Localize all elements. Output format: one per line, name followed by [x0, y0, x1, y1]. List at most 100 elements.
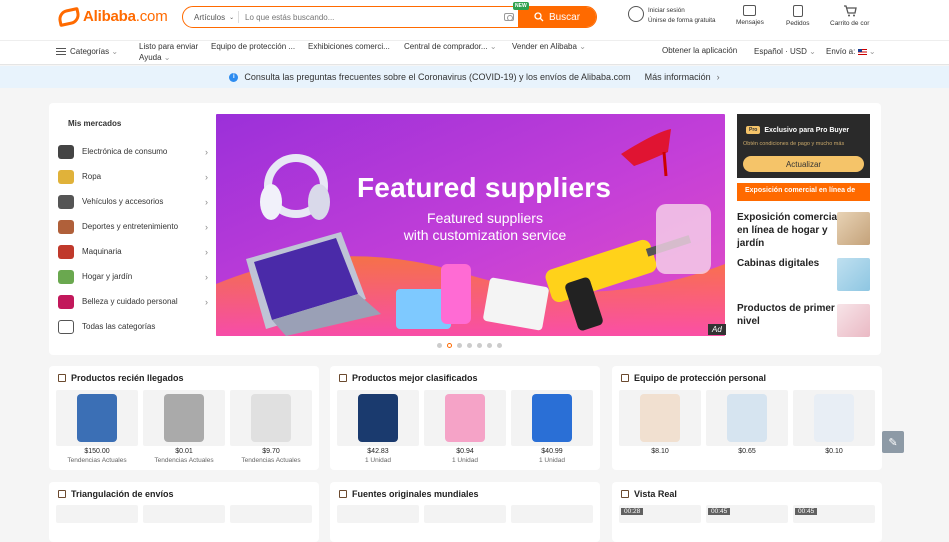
- market-item[interactable]: Hogar y jardín ›: [58, 264, 210, 289]
- banner-subtitle: Featured suppliers with customization se…: [400, 210, 570, 244]
- product-thumbnail: [445, 394, 485, 442]
- market-item[interactable]: Ropa ›: [58, 164, 210, 189]
- nav-item-sell[interactable]: Vender en Alibaba ⌄: [512, 42, 586, 51]
- product-image[interactable]: [56, 390, 138, 446]
- feedback-icon[interactable]: ✎: [882, 431, 904, 453]
- product-image[interactable]: [230, 505, 312, 523]
- carousel-dot[interactable]: [477, 343, 482, 348]
- product-image[interactable]: [143, 505, 225, 523]
- info-icon: i: [229, 72, 239, 82]
- card-icon: [58, 490, 66, 498]
- product-price: $0.94: [456, 448, 474, 455]
- market-item[interactable]: Todas las categorías: [58, 314, 210, 339]
- nav-item-ready-to-ship[interactable]: Listo para enviar: [139, 42, 198, 51]
- product-image[interactable]: [619, 390, 701, 446]
- card-title-text: Productos recién llegados: [71, 373, 184, 383]
- carousel-dot[interactable]: [497, 343, 502, 348]
- product-image[interactable]: [511, 505, 593, 523]
- nav-item-protection[interactable]: Equipo de protección ...: [211, 42, 295, 51]
- carousel-dot[interactable]: [487, 343, 492, 348]
- signin-link[interactable]: Iniciar sesión: [648, 6, 716, 16]
- product-price: $8.10: [651, 448, 669, 455]
- upgrade-button[interactable]: Actualizar: [743, 156, 864, 172]
- ship-to-label: Envío a:: [826, 47, 856, 56]
- side-item-digital-booths[interactable]: Cabinas digitales: [737, 257, 847, 270]
- banner-title: Featured suppliers: [357, 172, 612, 203]
- search-button-label: Buscar: [548, 11, 581, 23]
- categories-menu[interactable]: Categorías ⌄: [56, 47, 118, 56]
- home-expo-thumb[interactable]: [837, 212, 870, 245]
- search-button[interactable]: Buscar: [518, 7, 596, 27]
- messages-label: Mensajes: [736, 19, 764, 26]
- top-products-thumb[interactable]: [837, 304, 870, 337]
- cart-button[interactable]: Carrito de cor: [830, 5, 869, 27]
- video-duration: 00:28: [621, 508, 644, 515]
- get-app-link[interactable]: Obtener la aplicación: [662, 46, 737, 55]
- user-icon: [628, 6, 644, 22]
- signin-area[interactable]: Iniciar sesión Únirse de forma gratuita: [628, 6, 716, 26]
- market-item[interactable]: Vehículos y accesorios ›: [58, 189, 210, 214]
- market-item-label: Todas las categorías: [82, 322, 156, 331]
- market-item-label: Ropa: [82, 172, 102, 181]
- messages-button[interactable]: Mensajes: [736, 5, 764, 26]
- product-subtext: Tendencias Actuales: [241, 457, 301, 464]
- product-image[interactable]: [337, 390, 419, 446]
- alibaba-logo[interactable]: Alibaba.com: [56, 6, 168, 27]
- product-image[interactable]: [511, 390, 593, 446]
- market-item[interactable]: Maquinaria ›: [58, 239, 210, 264]
- beauty-icon: [58, 294, 74, 309]
- chevron-down-icon: ⌄: [229, 14, 235, 21]
- more-info-link[interactable]: Más información: [645, 72, 711, 82]
- product-image[interactable]: [56, 505, 138, 523]
- pro-buyer-desc: Obtén condiciones de pago y mucho más: [743, 141, 845, 147]
- product-image[interactable]: 00:45: [706, 505, 788, 523]
- language-currency-select[interactable]: Español · USD ⌄: [754, 47, 816, 56]
- product-image[interactable]: [424, 390, 506, 446]
- product-image[interactable]: 00:28: [619, 505, 701, 523]
- product-image[interactable]: [337, 505, 419, 523]
- carousel-dot[interactable]: [447, 343, 452, 348]
- product-image[interactable]: [230, 390, 312, 446]
- card-icon: [621, 490, 629, 498]
- card-title[interactable]: Productos recién llegados: [58, 373, 184, 383]
- product-image[interactable]: [424, 505, 506, 523]
- card-title[interactable]: Triangulación de envíos: [58, 489, 174, 499]
- video-duration: 00:45: [795, 508, 818, 515]
- nav-item-exhibitions[interactable]: Exhibiciones comerci...: [308, 42, 390, 51]
- carousel-dot[interactable]: [467, 343, 472, 348]
- chevron-down-icon: ⌄: [868, 47, 876, 56]
- product-image[interactable]: 00:45: [793, 505, 875, 523]
- product-image[interactable]: [143, 390, 225, 446]
- expo-banner[interactable]: Exposición comercial en línea de: [737, 183, 870, 201]
- market-item[interactable]: Deportes y entretenimiento ›: [58, 214, 210, 239]
- card-title[interactable]: Equipo de protección personal: [621, 373, 766, 383]
- nav-item-help[interactable]: Ayuda ⌄: [139, 53, 170, 62]
- join-free-link[interactable]: Únirse de forma gratuita: [648, 16, 716, 26]
- chevron-down-icon: ⌄: [163, 53, 171, 62]
- search-input[interactable]: [239, 7, 500, 27]
- product-price: $0.65: [738, 448, 756, 455]
- camera-search-icon[interactable]: [500, 7, 518, 27]
- market-item[interactable]: Belleza y cuidado personal ›: [58, 289, 210, 314]
- orders-button[interactable]: Pedidos: [786, 5, 810, 27]
- chevron-right-icon: ›: [205, 246, 208, 257]
- card-title[interactable]: Fuentes originales mundiales: [339, 489, 479, 499]
- search-bar: Artículos⌄ Buscar: [182, 6, 597, 28]
- product-image[interactable]: [706, 390, 788, 446]
- pro-badge: Pro: [746, 126, 761, 134]
- ship-to-select[interactable]: Envío a: ⌄: [826, 47, 876, 56]
- product-subtext: 1 Unidad: [538, 457, 566, 464]
- digital-booths-thumb[interactable]: [837, 258, 870, 291]
- search-category-select[interactable]: Artículos ⌄: [183, 11, 239, 23]
- product-image[interactable]: [793, 390, 875, 446]
- product-price: $9.70: [262, 448, 280, 455]
- market-item[interactable]: Electrónica de consumo ›: [58, 139, 210, 164]
- nav-item-buyer-central[interactable]: Central de comprador... ⌄: [404, 42, 497, 51]
- side-item-home-expo[interactable]: Exposición comercial en línea de hogar y…: [737, 211, 847, 250]
- market-item-label: Belleza y cuidado personal: [82, 297, 178, 306]
- card-title[interactable]: Vista Real: [621, 489, 677, 499]
- side-item-top-products[interactable]: Productos de primer nivel: [737, 302, 847, 328]
- carousel-dot[interactable]: [437, 343, 442, 348]
- card-title[interactable]: Productos mejor clasificados: [339, 373, 478, 383]
- carousel-dot[interactable]: [457, 343, 462, 348]
